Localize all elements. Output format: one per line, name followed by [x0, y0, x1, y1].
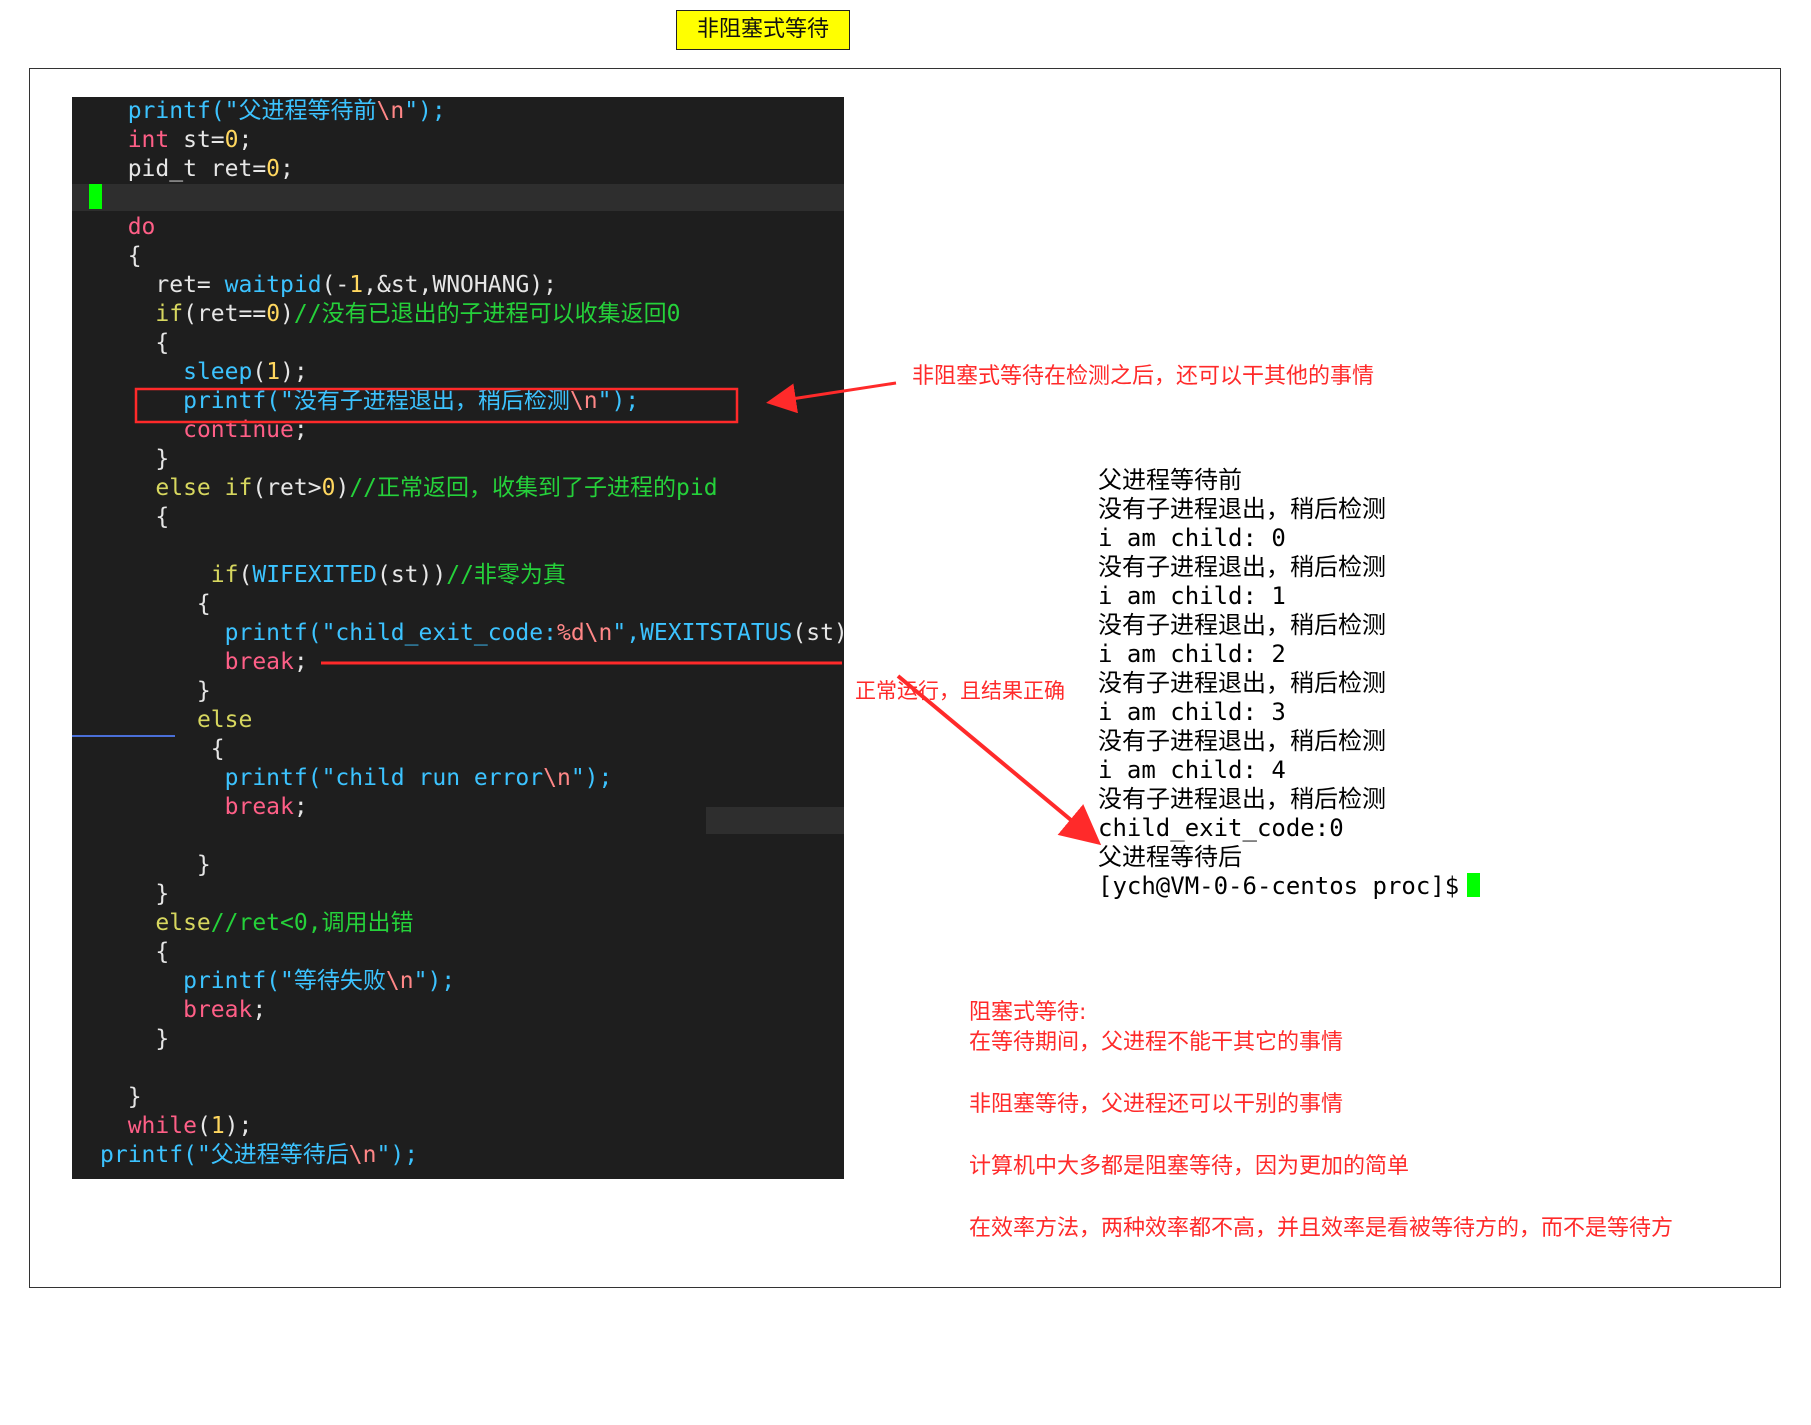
highlight-box — [134, 387, 739, 424]
annotation-overlay — [134, 381, 1102, 846]
arrow-to-output — [896, 674, 1102, 846]
arrow-to-highlight — [766, 381, 897, 414]
